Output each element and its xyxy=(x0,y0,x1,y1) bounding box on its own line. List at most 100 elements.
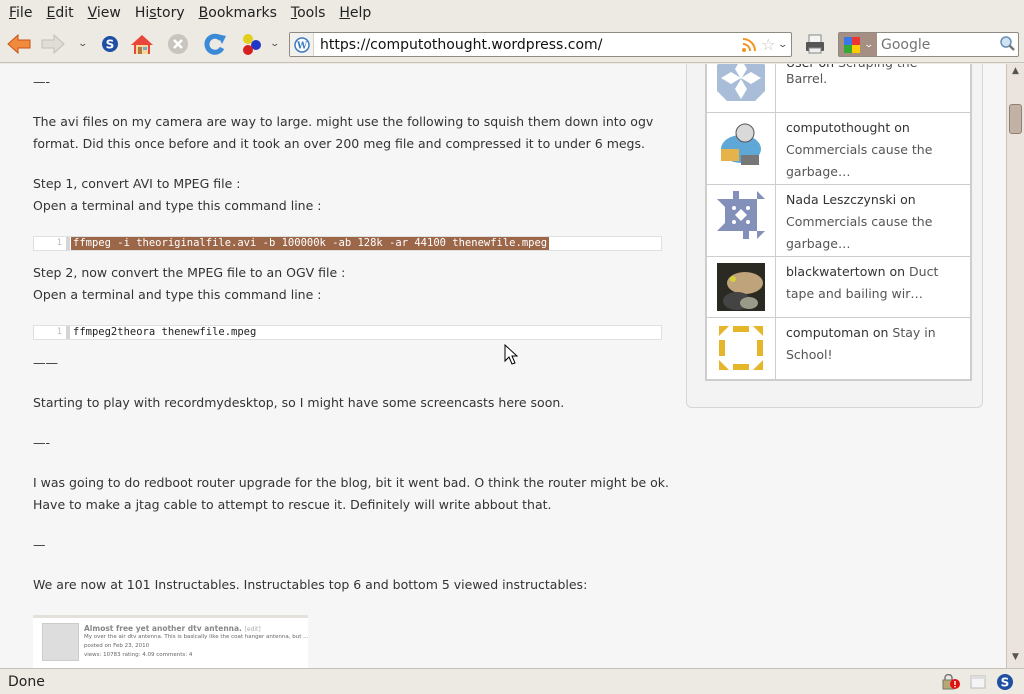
reload-button[interactable] xyxy=(201,25,229,63)
search-input[interactable] xyxy=(877,36,999,53)
instruction-text: Open a terminal and type this command li… xyxy=(33,198,322,213)
scroll-thumb[interactable] xyxy=(1009,104,1022,134)
stumbleupon-icon: S xyxy=(102,36,118,52)
identicon-slate-avatar[interactable] xyxy=(717,191,765,239)
menu-view[interactable]: View xyxy=(83,5,126,21)
scroll-down-button[interactable]: ▼ xyxy=(1007,652,1024,666)
window-indicator[interactable] xyxy=(970,675,986,689)
identicon-blue-avatar[interactable] xyxy=(717,64,765,101)
comment-item: User on Scraping the Barrel. xyxy=(707,64,970,112)
separator-text: —- xyxy=(33,435,51,450)
paragraph-text: Have to make a jtag cable to attempt to … xyxy=(33,497,552,512)
url-input[interactable]: https://computothought.wordpress.com/ xyxy=(314,37,741,53)
menu-history[interactable]: History xyxy=(130,5,190,21)
vertical-scrollbar[interactable]: ▲ ▼ xyxy=(1006,64,1024,668)
back-arrow-icon xyxy=(7,33,31,55)
instruction-text: Open a terminal and type this command li… xyxy=(33,287,322,302)
comment-item: Nada Leszczynski on Commercials cause th… xyxy=(707,184,970,256)
code-block: 1 ffmpeg -i theoriginalfile.avi -b 10000… xyxy=(33,236,662,251)
stop-button[interactable] xyxy=(165,25,191,63)
navigation-toolbar: ⌄ S ⌄ W https://computothought.wordpress… xyxy=(0,25,1024,63)
paragraph-text: format. Did this once before and it took… xyxy=(33,136,645,151)
menu-tools[interactable]: Tools xyxy=(286,5,331,21)
code-block: 1 ffmpeg2theora thenewfile.mpeg xyxy=(33,325,662,340)
separator-text: — xyxy=(33,537,46,552)
stumbleupon-button[interactable]: S xyxy=(99,25,121,63)
history-dropdown[interactable]: ⌄ xyxy=(76,25,90,63)
comment-post-link[interactable]: Commercials cause the garbage… xyxy=(786,142,932,179)
google-icon xyxy=(843,36,860,53)
code-line-selected[interactable]: ffmpeg -i theoriginalfile.avi -b 100000k… xyxy=(71,237,550,250)
addon-button[interactable] xyxy=(237,25,265,63)
paragraph-text: The avi files on my camera are way to la… xyxy=(33,114,654,129)
comment-post-link[interactable]: Commercials cause the garbage… xyxy=(786,214,932,251)
menu-help[interactable]: Help xyxy=(334,5,376,21)
separator-text: —— xyxy=(33,355,58,370)
step-heading: Step 1, convert AVI to MPEG file : xyxy=(33,176,241,191)
separator-text: —- xyxy=(33,74,51,89)
forward-arrow-icon xyxy=(41,33,65,55)
menu-file[interactable]: File xyxy=(4,5,37,21)
rss-icon[interactable] xyxy=(741,37,757,53)
instructable-thumbnail[interactable] xyxy=(42,623,79,661)
cartoon-avatar[interactable] xyxy=(717,119,765,167)
svg-text:W: W xyxy=(295,41,307,51)
search-bar: ⌄ xyxy=(838,32,1019,57)
status-bar: Done S xyxy=(0,668,1024,694)
colored-balls-icon xyxy=(243,34,261,55)
instructable-date: posted on Feb 23, 2010 xyxy=(84,643,150,649)
code-line[interactable]: ffmpeg2theora thenewfile.mpeg xyxy=(70,326,256,339)
line-number: 1 xyxy=(34,326,70,339)
comment-author[interactable]: blackwatertown xyxy=(786,264,886,279)
search-button[interactable] xyxy=(999,35,1015,55)
search-engine-selector[interactable]: ⌄ xyxy=(839,33,877,56)
home-icon xyxy=(131,35,153,54)
forward-button[interactable] xyxy=(38,25,68,63)
instructable-embed[interactable]: Almost free yet another dtv antenna. [ed… xyxy=(33,615,308,668)
addon-dropdown[interactable]: ⌄ xyxy=(268,25,282,63)
line-number: 1 xyxy=(34,237,70,250)
printer-icon xyxy=(806,34,824,54)
wordpress-icon: W xyxy=(293,36,310,53)
paragraph-text: I was going to do redboot router upgrade… xyxy=(33,475,670,490)
menu-edit[interactable]: Edit xyxy=(41,5,78,21)
print-button[interactable] xyxy=(801,25,829,63)
comment-author[interactable]: User xyxy=(786,64,815,70)
comment-item: blackwatertown on Duct tape and bailing … xyxy=(707,256,970,317)
chevron-down-icon[interactable]: ⌄ xyxy=(778,40,789,50)
chevron-down-icon: ⌄ xyxy=(863,39,874,50)
magnifier-icon xyxy=(1000,35,1015,51)
comment-author[interactable]: computothought xyxy=(786,120,890,135)
scroll-up-button[interactable]: ▲ xyxy=(1007,66,1024,80)
edit-link[interactable]: [edit] xyxy=(245,626,261,633)
stop-icon xyxy=(168,34,188,54)
window-icon xyxy=(970,675,986,688)
identicon-yellow-avatar[interactable] xyxy=(717,324,765,372)
star-icon[interactable]: ☆ xyxy=(761,35,775,54)
back-button[interactable] xyxy=(4,25,34,63)
page-content: —- The avi files on my camera are way to… xyxy=(0,64,1006,668)
chevron-down-icon: ⌄ xyxy=(269,39,281,49)
url-bar[interactable]: W https://computothought.wordpress.com/ … xyxy=(289,32,792,57)
recent-comments-list: User on Scraping the Barrel. computothou… xyxy=(705,64,972,381)
security-indicator[interactable] xyxy=(942,673,960,690)
reload-icon xyxy=(204,33,226,55)
step-heading: Step 2, now convert the MPEG file to an … xyxy=(33,265,346,280)
site-identity-button[interactable]: W xyxy=(290,33,314,56)
instructable-title[interactable]: Almost free yet another dtv antenna. xyxy=(84,624,242,633)
home-button[interactable] xyxy=(128,25,156,63)
chevron-down-icon: ⌄ xyxy=(77,39,89,49)
paragraph-text: We are now at 101 Instructables. Instruc… xyxy=(33,577,588,592)
insecure-lock-icon xyxy=(942,673,960,689)
comment-author[interactable]: Nada Leszczynski xyxy=(786,192,896,207)
menu-bookmarks[interactable]: Bookmarks xyxy=(194,5,282,21)
status-text: Done xyxy=(8,673,45,690)
sidebar-recent-comments: User on Scraping the Barrel. computothou… xyxy=(686,64,983,408)
comment-author[interactable]: computoman xyxy=(786,325,869,340)
photo-avatar[interactable] xyxy=(717,263,765,311)
comment-item: computoman on Stay in School! xyxy=(707,317,970,379)
stumbleupon-status-button[interactable]: S xyxy=(996,673,1014,691)
svg-text:S: S xyxy=(106,38,115,52)
menu-bar: File Edit View History Bookmarks Tools H… xyxy=(0,0,1024,25)
instructable-stats: views: 10783 rating: 4.09 comments: 4 xyxy=(84,652,193,658)
